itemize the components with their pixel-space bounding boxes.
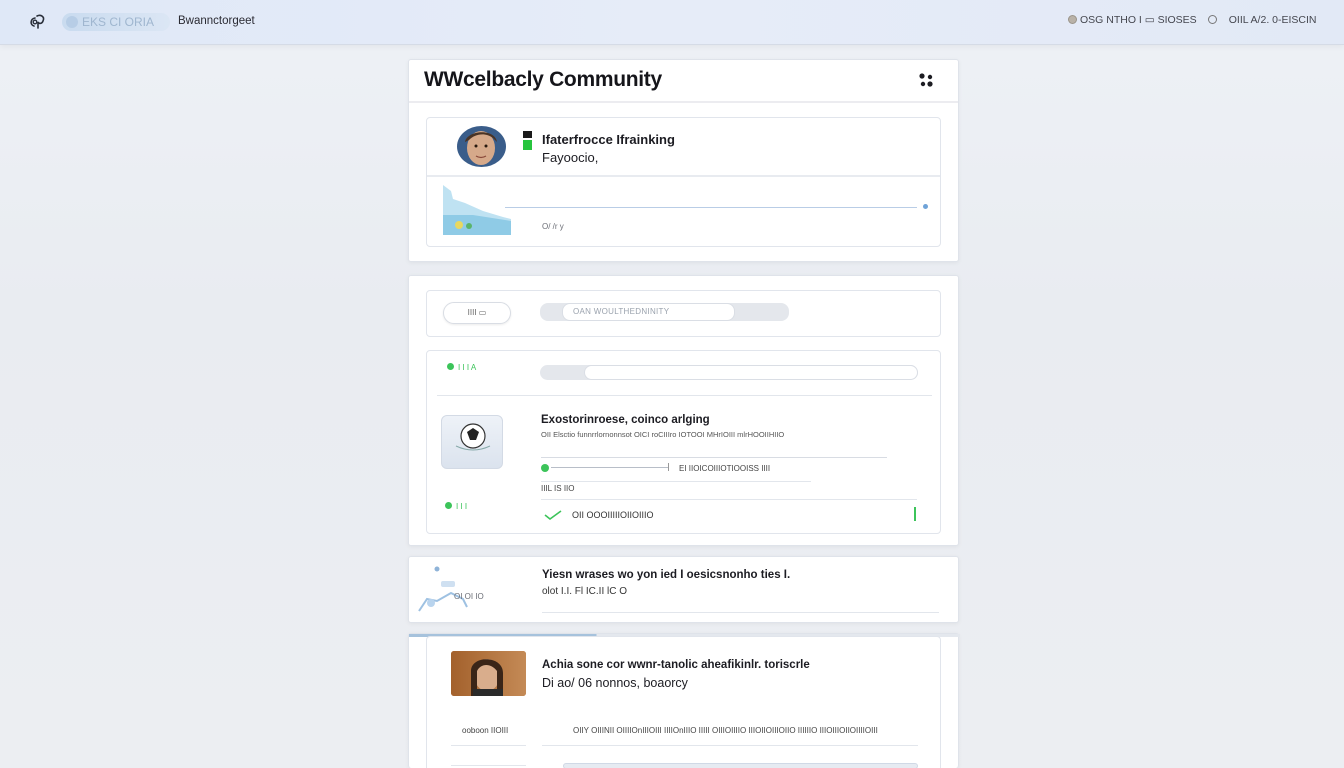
top-bar: EKS CI ORIA Bwannctorgeet OSG NTHO I ▭ S… bbox=[0, 0, 1344, 45]
check-icon[interactable] bbox=[543, 509, 563, 521]
story-subtitle: Di ao/ 06 nonnos, boaorcy bbox=[542, 676, 688, 690]
reply-title[interactable]: Yiesn wrases wo yon ied I oesicsnonho ti… bbox=[542, 569, 790, 581]
feed-status-2-label: I I I bbox=[456, 502, 468, 511]
brand-pill[interactable]: EKS CI ORIA bbox=[62, 13, 170, 31]
story-card: Achia sone cor wwnr-tanolic aheafikinlr.… bbox=[408, 633, 960, 768]
post-divider bbox=[427, 175, 940, 177]
status-left-label: OSG NTHO I ▭ SIOSES bbox=[1080, 14, 1197, 26]
story-divider bbox=[542, 745, 918, 746]
item-progress-label: EI IIOICOIIIOTIOOISS IIII bbox=[679, 464, 771, 473]
filter-bar: IIII ▭ OAN WOULTHEDNINITY bbox=[426, 290, 941, 337]
story-title[interactable]: Achia sone cor wwnr-tanolic aheafikinlr.… bbox=[542, 659, 810, 671]
status-circle-icon bbox=[1068, 15, 1077, 24]
item-divider bbox=[541, 457, 887, 458]
post-link-line bbox=[505, 207, 917, 208]
brand-dot-icon bbox=[66, 16, 78, 28]
item-footer: OII OOOIIIIIOIIOIIIO bbox=[572, 510, 654, 520]
story-inner: Achia sone cor wwnr-tanolic aheafikinlr.… bbox=[426, 636, 941, 768]
item-divider-3 bbox=[541, 499, 917, 500]
item-progress-line bbox=[551, 467, 668, 468]
feed-progress-track bbox=[540, 365, 918, 380]
online-dot-icon bbox=[447, 363, 454, 370]
reply-card: OI OI IO Yiesn wrases wo yon ied I oesic… bbox=[408, 556, 959, 623]
feed-card: IIII ▭ OAN WOULTHEDNINITY I I I A Exosto… bbox=[408, 275, 959, 546]
post-author[interactable]: Ifaterfrocce Ifrainking bbox=[542, 132, 675, 147]
story-author-divider bbox=[451, 745, 526, 746]
item-subtitle: OII Elsctio funnrrlornonnsot OICI roCIII… bbox=[541, 430, 785, 439]
link-endpoint-dot bbox=[923, 204, 928, 209]
reply-image[interactable] bbox=[417, 561, 469, 615]
filter-button[interactable]: IIII ▭ bbox=[443, 302, 511, 324]
post-thumbnail[interactable] bbox=[443, 185, 511, 235]
reply-divider bbox=[542, 612, 939, 613]
feed-status-2: I I I bbox=[445, 502, 467, 511]
search-track: OAN WOULTHEDNINITY bbox=[540, 303, 789, 321]
avatar[interactable] bbox=[457, 126, 506, 167]
brand-pill-label: EKS CI ORIA bbox=[82, 15, 155, 29]
item-divider-2 bbox=[541, 481, 811, 482]
item-progress-dot-icon bbox=[541, 464, 549, 472]
story-snippet: OIIY OIIINII OIIIIOnIIIOIII IIIIOnIIIO I… bbox=[573, 726, 878, 735]
feed-progress-bar[interactable] bbox=[584, 365, 918, 380]
reply-image-caption: OI OI IO bbox=[454, 592, 484, 601]
item-date: IIIL IS IIO bbox=[541, 484, 575, 493]
item-thumbnail[interactable] bbox=[441, 415, 503, 469]
post-card[interactable]: Ifaterfrocce Ifrainking Fayoocio, O/ /r … bbox=[426, 117, 941, 247]
search-placeholder: OAN WOULTHEDNINITY bbox=[573, 307, 670, 316]
reply-subtitle: olot I.I. Fl IC.II lC O bbox=[542, 586, 628, 597]
item-scroll-indicator bbox=[914, 507, 916, 521]
online-dot-icon-2 bbox=[445, 502, 452, 509]
status-item-left[interactable]: OSG NTHO I ▭ SIOSES bbox=[1068, 14, 1197, 26]
app-name: Bwannctorgeet bbox=[178, 15, 255, 27]
feed-status-1-label: I I I A bbox=[458, 363, 477, 372]
status-item-right[interactable]: OIIL A/2. 0-EISCIN bbox=[1208, 14, 1317, 26]
page-title: WWcelbacly Community bbox=[424, 68, 662, 91]
feed-divider bbox=[437, 395, 932, 396]
post-meta: O/ /r y bbox=[542, 222, 564, 231]
community-card: WWcelbacly Community Ifaterfrocce Ifrain… bbox=[408, 59, 959, 262]
story-bottom-bar bbox=[563, 763, 918, 768]
item-title[interactable]: Exostorinroese, coinco arlging bbox=[541, 414, 710, 426]
item-progress-marker bbox=[668, 463, 669, 471]
menu-dots-icon[interactable] bbox=[916, 70, 936, 90]
status-right-label: OIIL A/2. 0-EISCIN bbox=[1228, 14, 1317, 26]
story-author: ooboon IIOIII bbox=[462, 726, 509, 735]
status-ring-icon bbox=[1208, 15, 1217, 24]
header-divider bbox=[409, 101, 958, 103]
feed-list: I I I A Exostorinroese, coinco arlging O… bbox=[426, 350, 941, 534]
story-author-divider-2 bbox=[451, 765, 526, 766]
post-subtitle: Fayoocio, bbox=[542, 150, 599, 165]
feed-status-1: I I I A bbox=[447, 363, 476, 372]
story-author-photo[interactable] bbox=[451, 651, 526, 696]
search-input[interactable]: OAN WOULTHEDNINITY bbox=[562, 303, 735, 321]
status-flag-icon bbox=[523, 131, 532, 150]
app-logo-icon[interactable] bbox=[28, 12, 48, 32]
